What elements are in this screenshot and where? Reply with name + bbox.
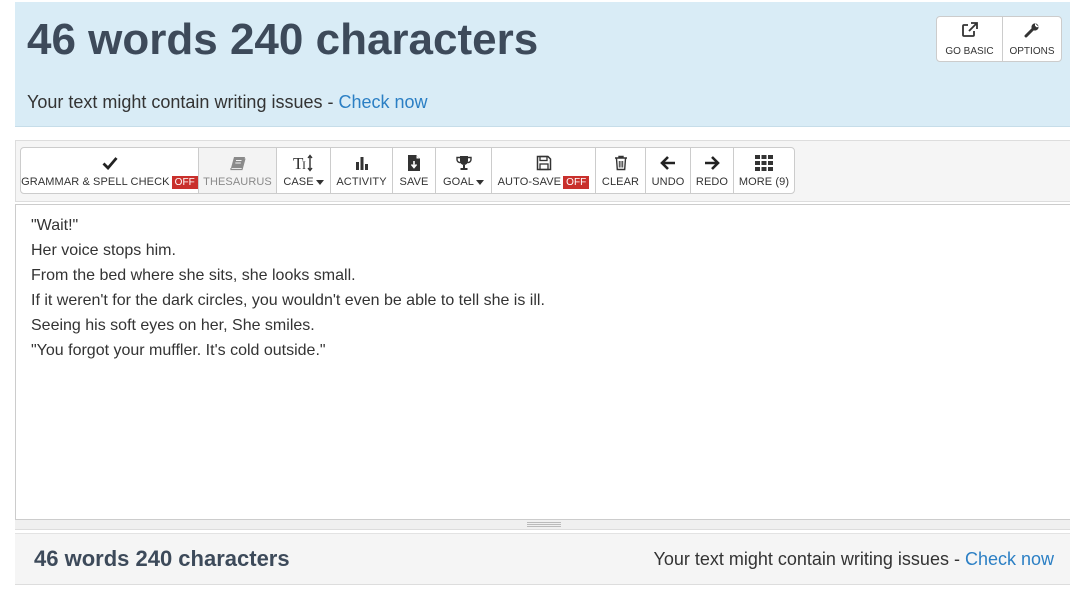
floppy-disk-icon bbox=[536, 153, 552, 173]
clear-label: CLEAR bbox=[601, 176, 640, 188]
undo-label: UNDO bbox=[651, 176, 685, 188]
external-link-icon bbox=[961, 21, 979, 43]
resize-grip-icon bbox=[527, 522, 561, 527]
editor-resize-handle[interactable] bbox=[15, 520, 1070, 530]
book-icon bbox=[229, 153, 246, 173]
caret-down-icon bbox=[475, 179, 484, 185]
writing-issues-text: Your text might contain writing issues - bbox=[27, 92, 339, 112]
thesaurus-button[interactable]: THESAURUS bbox=[198, 147, 277, 194]
bottom-writing-issues-notice: Your text might contain writing issues -… bbox=[653, 549, 1054, 570]
go-basic-label: GO BASIC bbox=[945, 45, 994, 57]
case-label: CASE bbox=[283, 176, 314, 188]
bottom-stats-bar: 46 words 240 characters Your text might … bbox=[15, 533, 1070, 585]
editor-line: "Wait!" bbox=[31, 217, 79, 234]
writing-issues-notice: Your text might contain writing issues -… bbox=[27, 92, 428, 113]
grid-icon bbox=[755, 153, 773, 173]
options-label: OPTIONS bbox=[1009, 45, 1055, 57]
trash-icon bbox=[614, 153, 628, 173]
editor-line: Seeing his soft eyes on her, She smiles. bbox=[31, 317, 315, 334]
grammar-check-label: GRAMMAR & SPELL CHECK bbox=[21, 176, 170, 188]
redo-label: REDO bbox=[695, 176, 729, 188]
bottom-writing-issues-text: Your text might contain writing issues - bbox=[653, 549, 965, 569]
caret-down-icon bbox=[315, 179, 324, 185]
goal-dropdown-button[interactable]: GOAL bbox=[435, 147, 492, 194]
trophy-icon bbox=[455, 153, 473, 173]
checkmark-icon bbox=[102, 153, 118, 173]
bottom-word-count: 46 words 240 characters bbox=[34, 546, 290, 571]
check-now-link[interactable]: Check now bbox=[338, 92, 427, 112]
save-button[interactable]: SAVE bbox=[392, 147, 436, 194]
toolbar-buttons: GRAMMAR & SPELL CHECK OFF THESAURUS T I bbox=[20, 147, 795, 194]
svg-text:I: I bbox=[302, 158, 306, 172]
clear-button[interactable]: CLEAR bbox=[595, 147, 646, 194]
grammar-check-button[interactable]: GRAMMAR & SPELL CHECK OFF bbox=[20, 147, 199, 194]
wrench-icon bbox=[1023, 22, 1041, 43]
toolbar: GRAMMAR & SPELL CHECK OFF THESAURUS T I bbox=[15, 140, 1070, 202]
more-label: MORE (9) bbox=[738, 176, 790, 188]
text-editor[interactable]: "Wait!" Her voice stops him. From the be… bbox=[15, 204, 1070, 520]
activity-button[interactable]: ACTIVITY bbox=[330, 147, 393, 194]
save-label: SAVE bbox=[399, 176, 429, 188]
arrow-left-icon bbox=[660, 153, 676, 173]
bottom-check-now-link[interactable]: Check now bbox=[965, 549, 1054, 569]
view-button-group: GO BASIC OPTIONS bbox=[936, 16, 1062, 62]
goal-label: GOAL bbox=[443, 176, 474, 188]
editor-line: From the bed where she sits, she looks s… bbox=[31, 267, 356, 284]
undo-button[interactable]: UNDO bbox=[645, 147, 691, 194]
file-download-icon bbox=[407, 153, 421, 173]
editor-line: If it weren't for the dark circles, you … bbox=[31, 292, 545, 309]
case-dropdown-button[interactable]: T I CASE bbox=[276, 147, 331, 194]
editor-line: "You forgot your muffler. It's cold outs… bbox=[31, 342, 326, 359]
text-height-icon: T I bbox=[293, 153, 315, 173]
bar-chart-icon bbox=[354, 153, 370, 173]
editor-line: Her voice stops him. bbox=[31, 242, 176, 259]
arrow-right-icon bbox=[704, 153, 720, 173]
auto-save-button[interactable]: AUTO-SAVE OFF bbox=[491, 147, 596, 194]
thesaurus-label: THESAURUS bbox=[203, 176, 272, 188]
redo-button[interactable]: REDO bbox=[690, 147, 734, 194]
auto-save-label: AUTO-SAVE bbox=[497, 176, 562, 188]
word-count-title: 46 words 240 characters bbox=[27, 15, 539, 64]
more-button[interactable]: MORE (9) bbox=[733, 147, 795, 194]
grammar-off-badge: OFF bbox=[171, 175, 198, 189]
activity-label: ACTIVITY bbox=[336, 176, 387, 188]
go-basic-button[interactable]: GO BASIC bbox=[936, 16, 1003, 62]
stats-panel: 46 words 240 characters Your text might … bbox=[15, 2, 1070, 127]
options-button[interactable]: OPTIONS bbox=[1002, 16, 1062, 62]
auto-save-off-badge: OFF bbox=[563, 175, 590, 189]
